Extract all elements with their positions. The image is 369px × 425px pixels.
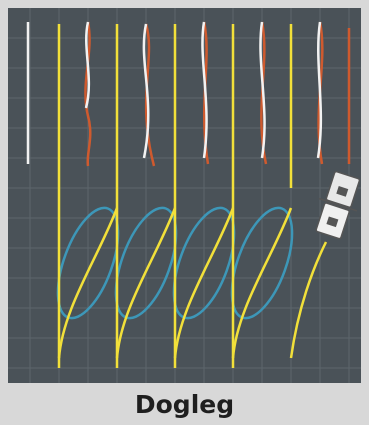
stitch-diagram — [8, 8, 361, 383]
yellow-verticals — [57, 24, 293, 368]
diagram-caption: Dogleg — [134, 389, 235, 419]
twisted-strands — [84, 21, 351, 167]
diagram-card: Dogleg — [0, 0, 369, 425]
crossing-tool-icon — [315, 170, 361, 240]
grid — [8, 8, 361, 383]
stitch-diagram-svg — [8, 8, 361, 383]
